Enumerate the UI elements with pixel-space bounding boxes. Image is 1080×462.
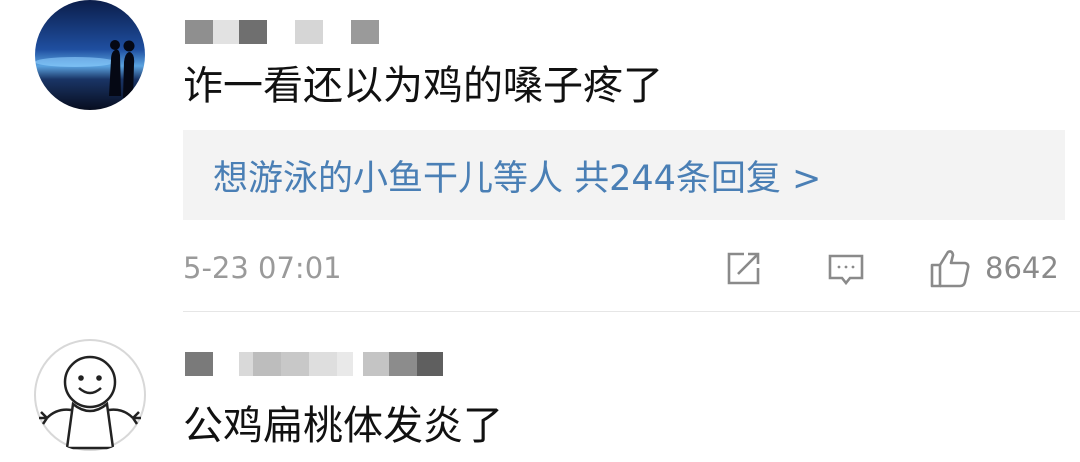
replies-summary[interactable]: 想游泳的小鱼干儿等人 共244条回复 > (183, 130, 1065, 220)
comment-text: 公鸡扁桃体发炎了 (183, 403, 503, 449)
share-icon[interactable] (724, 248, 764, 292)
user-avatar[interactable] (33, 338, 147, 452)
user-avatar[interactable] (35, 0, 145, 110)
replies-link[interactable]: 想游泳的小鱼干儿等人 共244条回复 > (213, 150, 821, 201)
comment-icon[interactable] (826, 250, 866, 294)
comment-timestamp: 5-23 07:01 (183, 251, 342, 285)
username-mosaic[interactable] (185, 20, 380, 44)
username-mosaic[interactable] (185, 352, 445, 376)
comment-divider (183, 311, 1080, 312)
like-count: 8642 (985, 251, 1059, 285)
thumbs-up-icon[interactable] (928, 246, 972, 294)
comment-text: 诈一看还以为鸡的嗓子疼了 (183, 63, 663, 109)
